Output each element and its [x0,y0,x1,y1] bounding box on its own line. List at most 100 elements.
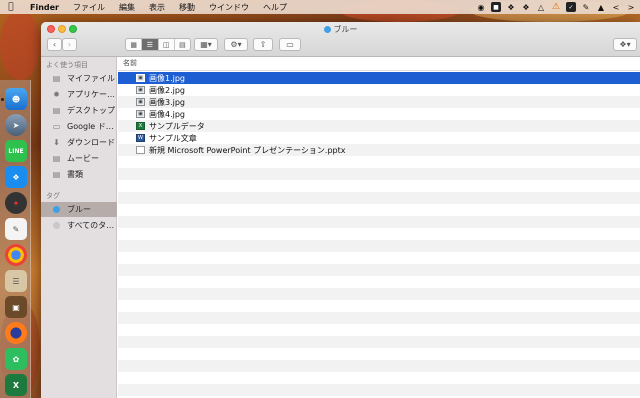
file-row[interactable]: ▣ 画像1.jpg [118,72,640,84]
sidebar-item-label: Google ド… [67,122,114,131]
chrome-dock-icon[interactable] [5,244,27,266]
firefox-dock-icon[interactable] [5,322,27,344]
sidebar-item-label: マイファイル [67,74,115,83]
compass-status-icon[interactable]: ▲ [596,2,606,12]
file-row[interactable]: ▣ 画像2.jpg [118,84,640,96]
empty-row [118,264,640,276]
sidebar-item-desktop[interactable]: ▤ デスクトップ [41,103,117,118]
sidebar-item-label: デスクトップ [67,106,115,115]
file-name: サンプル文章 [149,133,197,143]
image-file-icon: ▣ [136,98,145,106]
arrange-button[interactable]: ▦▾ [194,38,218,51]
menu-window[interactable]: ウインドウ [209,2,249,13]
running-indicator [1,98,4,101]
desktop-icon: ▤ [52,106,61,115]
line-dock-icon[interactable]: LINE [5,140,27,162]
empty-row [118,384,640,396]
menu-bar:  Finder ファイル 編集 表示 移動 ウインドウ ヘルプ ◉ ■ ❖ ❖… [0,0,640,14]
view-mode-control: ▦ ☰ ◫ ▤ [125,38,191,51]
file-name: 画像4.jpg [149,109,186,119]
safari-dock-icon[interactable]: ✦ [5,192,27,214]
empty-row [118,240,640,252]
sidebar-item-label: アプリケー… [67,90,115,99]
notes-dock-icon[interactable]: ☰ [5,270,27,292]
file-name: サンプルデータ [149,121,205,131]
menu-file[interactable]: ファイル [73,2,105,13]
sidebar-item-label: ブルー [67,205,91,214]
back-status-icon[interactable]: < [611,2,621,12]
sidebar-item-label: すべてのタ… [67,221,115,230]
file-row[interactable]: ▣ 画像3.jpg [118,96,640,108]
sidebar-item-label: ダウンロード [67,138,115,147]
clipboard-status-icon[interactable]: ■ [491,2,501,12]
back-button[interactable]: ‹ [47,38,62,51]
menu-edit[interactable]: 編集 [119,2,135,13]
sidebar-item-movies[interactable]: ▤ ムービー [41,151,117,166]
sidebar-item-google-drive[interactable]: ▭ Google ド… [41,119,117,134]
empty-row [118,312,640,324]
sidebar-item-documents[interactable]: ▤ 書類 [41,167,117,182]
sidebar-item-downloads[interactable]: ⬇ ダウンロード [41,135,117,150]
menu-go[interactable]: 移動 [179,2,195,13]
dropbox-status-icon[interactable]: ❖ [521,2,531,12]
drive-status-icon[interactable]: △ [536,2,546,12]
empty-row [118,288,640,300]
downloads-icon: ⬇ [53,138,60,147]
list-view-button[interactable]: ☰ [142,39,159,50]
launchpad-dock-icon[interactable]: ➤ [5,114,27,136]
finder-window: ブルー ‹ › ▦ ☰ ◫ ▤ ▦▾ ⚙▾ ⇧ ▭ ❖▾ よく使う項目 ▤ マイ… [41,22,640,398]
file-row[interactable]: W サンプル文章 [118,132,640,144]
forward-status-icon[interactable]: > [626,2,636,12]
all-tags-icon [51,221,62,231]
title-bar: ブルー ‹ › ▦ ☰ ◫ ▤ ▦▾ ⚙▾ ⇧ ▭ ❖▾ [41,22,640,57]
sidebar-item-tag-blue[interactable]: ブルー [41,202,117,217]
sidebar: よく使う項目 ▤ マイファイル ✹ アプリケー… ▤ デスクトップ ▭ Goog… [41,57,117,398]
dropbox-dock-icon[interactable]: ❖ [5,166,27,188]
menu-app-name[interactable]: Finder [30,3,59,12]
file-row[interactable]: 新規 Microsoft PowerPoint プレゼンテーション.pptx [118,144,640,156]
icon-view-button[interactable]: ▦ [126,39,143,50]
dropbox-toolbar-button[interactable]: ❖▾ [613,38,637,51]
evernote-dock-icon[interactable]: ✿ [5,348,27,370]
menu-help[interactable]: ヘルプ [263,2,287,13]
line-status-icon[interactable]: ◉ [476,2,486,12]
file-row[interactable]: X サンプルデータ [118,120,640,132]
empty-row [118,360,640,372]
image-file-icon: ▣ [136,74,145,82]
edit-tags-button[interactable]: ▭ [279,38,301,51]
checklist-status-icon[interactable]: ✓ [566,2,576,12]
file-name: 画像1.jpg [149,73,186,83]
favorites-heading: よく使う項目 [46,61,88,69]
finder-dock-icon[interactable]: ☻ [5,88,27,110]
sidebar-item-all-files[interactable]: ▤ マイファイル [41,71,117,86]
sidebar-item-all-tags[interactable]: すべてのタ… [41,218,117,233]
status-menus: ◉ ■ ❖ ❖ △ ⚠ ✓ ✎ ▲ < > [476,0,636,14]
movies-icon: ▤ [52,154,61,163]
gallery-view-button[interactable]: ▤ [175,39,190,50]
file-name: 新規 Microsoft PowerPoint プレゼンテーション.pptx [149,145,346,155]
textedit-dock-icon[interactable]: ✎ [5,218,27,240]
dock: ☻ ➤ LINE ❖ ✦ ✎ ☰ ▣ ✿ X [0,80,31,398]
column-view-button[interactable]: ◫ [159,39,175,50]
menu-view[interactable]: 表示 [149,2,165,13]
blue-tag-icon [51,205,62,215]
forward-button[interactable]: › [62,38,77,51]
image-file-icon: ▣ [136,86,145,94]
warning-status-icon[interactable]: ⚠ [551,2,561,12]
action-gear-button[interactable]: ⚙▾ [224,38,248,51]
apple-menu-icon[interactable]:  [6,2,16,12]
column-header-name[interactable]: 名前 [118,57,640,71]
empty-row [118,216,640,228]
sidebar-item-applications[interactable]: ✹ アプリケー… [41,87,117,102]
empty-row [118,336,640,348]
excel-dock-icon[interactable]: X [5,374,27,396]
image-file-icon: ▣ [136,110,145,118]
books-dock-icon[interactable]: ▣ [5,296,27,318]
evernote-status-icon[interactable]: ❖ [506,2,516,12]
sidebar-item-label: 書類 [67,170,83,179]
notes-status-icon[interactable]: ✎ [581,2,591,12]
file-row[interactable]: ▣ 画像4.jpg [118,108,640,120]
file-name: 画像3.jpg [149,97,186,107]
share-button[interactable]: ⇧ [253,38,273,51]
excel-file-icon: X [136,122,145,130]
